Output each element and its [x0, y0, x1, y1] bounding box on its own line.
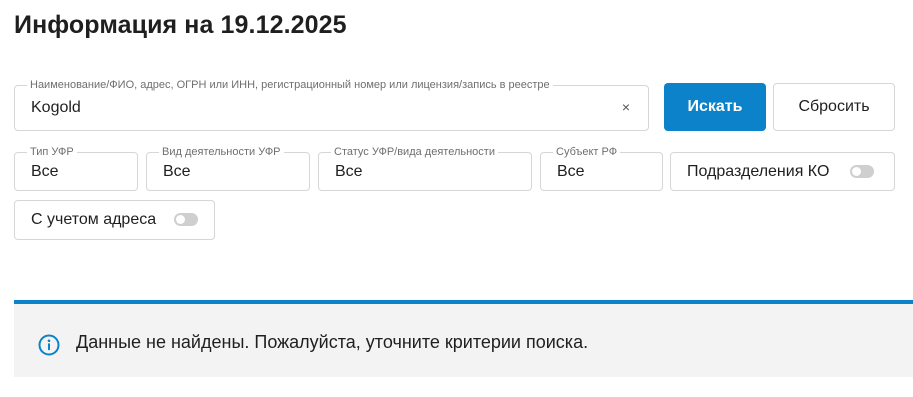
subdivisions-toggle[interactable]: Подразделения КО — [670, 152, 895, 191]
filter-ufr-type-legend: Тип УФР — [27, 146, 77, 159]
filter-activity-type-legend: Вид деятельности УФР — [159, 146, 284, 159]
address-switch[interactable] — [174, 213, 198, 226]
subdivisions-switch[interactable] — [850, 164, 874, 178]
address-toggle[interactable]: С учетом адреса — [14, 200, 215, 240]
search-field[interactable]: Наименование/ФИО, адрес, ОГРН или ИНН, р… — [14, 79, 649, 131]
filter-activity-type[interactable]: Вид деятельности УФР Все — [146, 146, 310, 191]
clear-search-icon[interactable]: × — [622, 99, 630, 115]
filter-status-legend: Статус УФР/вида деятельности — [331, 146, 498, 159]
subdivisions-switch-knob — [852, 166, 861, 176]
search-input[interactable]: Kogold — [31, 99, 81, 117]
subdivisions-toggle-label: Подразделения КО — [687, 162, 830, 180]
search-field-legend: Наименование/ФИО, адрес, ОГРН или ИНН, р… — [27, 79, 553, 92]
filter-region[interactable]: Субъект РФ Все — [540, 146, 663, 191]
reset-button[interactable]: Сбросить — [773, 83, 895, 131]
filter-region-value: Все — [557, 163, 585, 180]
page-title: Информация на 19.12.2025 — [14, 11, 347, 39]
no-results-panel: Данные не найдены. Пожалуйста, уточните … — [14, 304, 913, 377]
no-results-message: Данные не найдены. Пожалуйста, уточните … — [76, 332, 589, 352]
filter-activity-type-value: Все — [163, 163, 191, 180]
address-switch-knob — [176, 215, 185, 224]
filter-status[interactable]: Статус УФР/вида деятельности Все — [318, 146, 532, 191]
filter-status-value: Все — [335, 163, 363, 180]
info-icon — [38, 334, 60, 361]
address-toggle-label: С учетом адреса — [31, 211, 157, 228]
search-button[interactable]: Искать — [664, 83, 766, 131]
filter-ufr-type-value: Все — [31, 163, 59, 180]
filter-ufr-type[interactable]: Тип УФР Все — [14, 146, 138, 191]
filter-region-legend: Субъект РФ — [553, 146, 621, 159]
